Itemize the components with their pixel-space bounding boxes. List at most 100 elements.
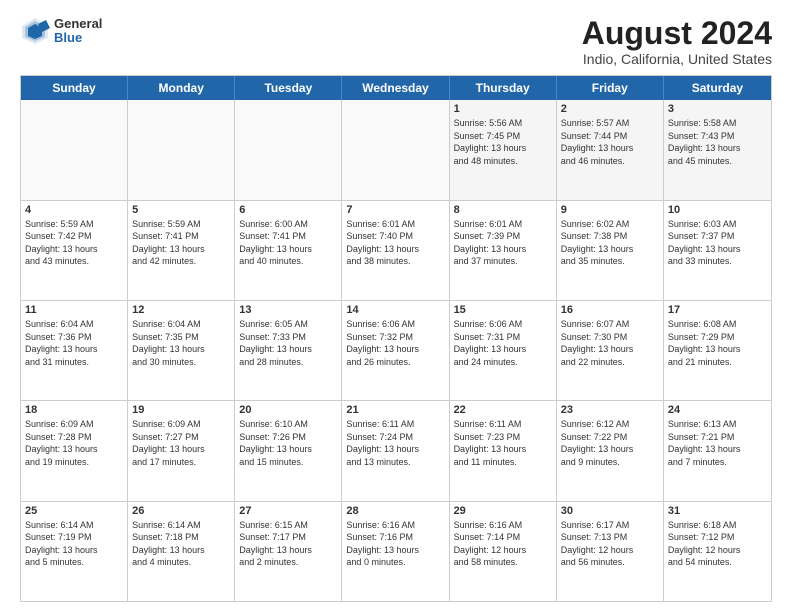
- cell-info: Sunrise: 6:14 AM Sunset: 7:19 PM Dayligh…: [25, 519, 123, 569]
- cell-info: Sunrise: 6:18 AM Sunset: 7:12 PM Dayligh…: [668, 519, 767, 569]
- logo-icon: [20, 16, 50, 46]
- table-row: 9 Sunrise: 6:02 AM Sunset: 7:38 PM Daylig…: [557, 201, 664, 300]
- cell-info: Sunrise: 6:03 AM Sunset: 7:37 PM Dayligh…: [668, 218, 767, 268]
- table-row: 27 Sunrise: 6:15 AM Sunset: 7:17 PM Dayli…: [235, 502, 342, 601]
- table-row: 28 Sunrise: 6:16 AM Sunset: 7:16 PM Dayli…: [342, 502, 449, 601]
- table-row: 11Sunrise: 6:04 AM Sunset: 7:36 PM Dayli…: [21, 301, 128, 400]
- table-row: 10 Sunrise: 6:03 AM Sunset: 7:37 PM Dayli…: [664, 201, 771, 300]
- cell-info: Sunrise: 6:09 AM Sunset: 7:28 PM Dayligh…: [25, 418, 123, 468]
- table-row: 5Sunrise: 5:59 AM Sunset: 7:41 PM Daylig…: [128, 201, 235, 300]
- day-number: 29: [454, 505, 552, 517]
- calendar-subtitle: Indio, California, United States: [582, 51, 772, 67]
- table-row: 25 Sunrise: 6:14 AM Sunset: 7:19 PM Dayli…: [21, 502, 128, 601]
- day-number: 5: [132, 204, 230, 216]
- logo-general: General: [54, 17, 102, 31]
- day-number: 27: [239, 505, 337, 517]
- table-row: 7Sunrise: 6:01 AM Sunset: 7:40 PM Daylig…: [342, 201, 449, 300]
- table-row: 23Sunrise: 6:12 AM Sunset: 7:22 PM Dayli…: [557, 401, 664, 500]
- logo-blue: Blue: [54, 31, 102, 45]
- cell-info: Sunrise: 6:06 AM Sunset: 7:32 PM Dayligh…: [346, 318, 444, 368]
- day-number: 3: [668, 103, 767, 115]
- header-monday: Monday: [128, 76, 235, 100]
- calendar-title: August 2024: [582, 16, 772, 51]
- cell-info: Sunrise: 6:00 AM Sunset: 7:41 PM Dayligh…: [239, 218, 337, 268]
- day-number: 4: [25, 204, 123, 216]
- header-tuesday: Tuesday: [235, 76, 342, 100]
- cell-info: Sunrise: 6:14 AM Sunset: 7:18 PM Dayligh…: [132, 519, 230, 569]
- calendar-row-0: 1 Sunrise: 5:56 AM Sunset: 7:45 PM Daylig…: [21, 100, 771, 200]
- table-row: 26 Sunrise: 6:14 AM Sunset: 7:18 PM Dayli…: [128, 502, 235, 601]
- cell-info: Sunrise: 5:58 AM Sunset: 7:43 PM Dayligh…: [668, 117, 767, 167]
- header-friday: Friday: [557, 76, 664, 100]
- logo-text: General Blue: [54, 17, 102, 46]
- table-row: 31 Sunrise: 6:18 AM Sunset: 7:12 PM Dayli…: [664, 502, 771, 601]
- day-number: 14: [346, 304, 444, 316]
- cell-info: Sunrise: 6:10 AM Sunset: 7:26 PM Dayligh…: [239, 418, 337, 468]
- table-row: 3 Sunrise: 5:58 AM Sunset: 7:43 PM Daylig…: [664, 100, 771, 199]
- day-number: 15: [454, 304, 552, 316]
- table-row: 16Sunrise: 6:07 AM Sunset: 7:30 PM Dayli…: [557, 301, 664, 400]
- cell-info: Sunrise: 6:02 AM Sunset: 7:38 PM Dayligh…: [561, 218, 659, 268]
- table-row: 18 Sunrise: 6:09 AM Sunset: 7:28 PM Dayli…: [21, 401, 128, 500]
- day-number: 24: [668, 404, 767, 416]
- day-number: 16: [561, 304, 659, 316]
- calendar-row-2: 11Sunrise: 6:04 AM Sunset: 7:36 PM Dayli…: [21, 301, 771, 401]
- day-number: 1: [454, 103, 552, 115]
- table-row: [342, 100, 449, 199]
- table-row: [235, 100, 342, 199]
- logo: General Blue: [20, 16, 102, 46]
- day-number: 23: [561, 404, 659, 416]
- cell-info: Sunrise: 6:06 AM Sunset: 7:31 PM Dayligh…: [454, 318, 552, 368]
- calendar-header: Sunday Monday Tuesday Wednesday Thursday…: [21, 76, 771, 100]
- table-row: 12Sunrise: 6:04 AM Sunset: 7:35 PM Dayli…: [128, 301, 235, 400]
- table-row: 29Sunrise: 6:16 AM Sunset: 7:14 PM Dayli…: [450, 502, 557, 601]
- table-row: 14 Sunrise: 6:06 AM Sunset: 7:32 PM Dayli…: [342, 301, 449, 400]
- table-row: 1 Sunrise: 5:56 AM Sunset: 7:45 PM Daylig…: [450, 100, 557, 199]
- day-number: 28: [346, 505, 444, 517]
- cell-info: Sunrise: 5:57 AM Sunset: 7:44 PM Dayligh…: [561, 117, 659, 167]
- header: General Blue August 2024 Indio, Californ…: [20, 16, 772, 67]
- header-thursday: Thursday: [450, 76, 557, 100]
- cell-info: Sunrise: 6:17 AM Sunset: 7:13 PM Dayligh…: [561, 519, 659, 569]
- day-number: 9: [561, 204, 659, 216]
- table-row: 15 Sunrise: 6:06 AM Sunset: 7:31 PM Dayli…: [450, 301, 557, 400]
- page: General Blue August 2024 Indio, Californ…: [0, 0, 792, 612]
- table-row: 6 Sunrise: 6:00 AM Sunset: 7:41 PM Daylig…: [235, 201, 342, 300]
- title-block: August 2024 Indio, California, United St…: [582, 16, 772, 67]
- cell-info: Sunrise: 6:11 AM Sunset: 7:23 PM Dayligh…: [454, 418, 552, 468]
- day-number: 2: [561, 103, 659, 115]
- cell-info: Sunrise: 6:01 AM Sunset: 7:40 PM Dayligh…: [346, 218, 444, 268]
- cell-info: Sunrise: 6:05 AM Sunset: 7:33 PM Dayligh…: [239, 318, 337, 368]
- table-row: 19Sunrise: 6:09 AM Sunset: 7:27 PM Dayli…: [128, 401, 235, 500]
- cell-info: Sunrise: 6:01 AM Sunset: 7:39 PM Dayligh…: [454, 218, 552, 268]
- day-number: 26: [132, 505, 230, 517]
- cell-info: Sunrise: 6:15 AM Sunset: 7:17 PM Dayligh…: [239, 519, 337, 569]
- table-row: 8 Sunrise: 6:01 AM Sunset: 7:39 PM Daylig…: [450, 201, 557, 300]
- calendar: Sunday Monday Tuesday Wednesday Thursday…: [20, 75, 772, 602]
- day-number: 18: [25, 404, 123, 416]
- header-saturday: Saturday: [664, 76, 771, 100]
- table-row: 21Sunrise: 6:11 AM Sunset: 7:24 PM Dayli…: [342, 401, 449, 500]
- day-number: 25: [25, 505, 123, 517]
- table-row: 17 Sunrise: 6:08 AM Sunset: 7:29 PM Dayli…: [664, 301, 771, 400]
- cell-info: Sunrise: 6:11 AM Sunset: 7:24 PM Dayligh…: [346, 418, 444, 468]
- cell-info: Sunrise: 6:16 AM Sunset: 7:16 PM Dayligh…: [346, 519, 444, 569]
- table-row: 4Sunrise: 5:59 AM Sunset: 7:42 PM Daylig…: [21, 201, 128, 300]
- calendar-row-1: 4Sunrise: 5:59 AM Sunset: 7:42 PM Daylig…: [21, 201, 771, 301]
- table-row: 2 Sunrise: 5:57 AM Sunset: 7:44 PM Daylig…: [557, 100, 664, 199]
- cell-info: Sunrise: 5:56 AM Sunset: 7:45 PM Dayligh…: [454, 117, 552, 167]
- header-sunday: Sunday: [21, 76, 128, 100]
- cell-info: Sunrise: 6:09 AM Sunset: 7:27 PM Dayligh…: [132, 418, 230, 468]
- day-number: 11: [25, 304, 123, 316]
- day-number: 8: [454, 204, 552, 216]
- day-number: 31: [668, 505, 767, 517]
- table-row: 20Sunrise: 6:10 AM Sunset: 7:26 PM Dayli…: [235, 401, 342, 500]
- day-number: 13: [239, 304, 337, 316]
- day-number: 17: [668, 304, 767, 316]
- calendar-row-3: 18 Sunrise: 6:09 AM Sunset: 7:28 PM Dayli…: [21, 401, 771, 501]
- day-number: 6: [239, 204, 337, 216]
- cell-info: Sunrise: 6:08 AM Sunset: 7:29 PM Dayligh…: [668, 318, 767, 368]
- day-number: 10: [668, 204, 767, 216]
- table-row: 24 Sunrise: 6:13 AM Sunset: 7:21 PM Dayli…: [664, 401, 771, 500]
- cell-info: Sunrise: 6:13 AM Sunset: 7:21 PM Dayligh…: [668, 418, 767, 468]
